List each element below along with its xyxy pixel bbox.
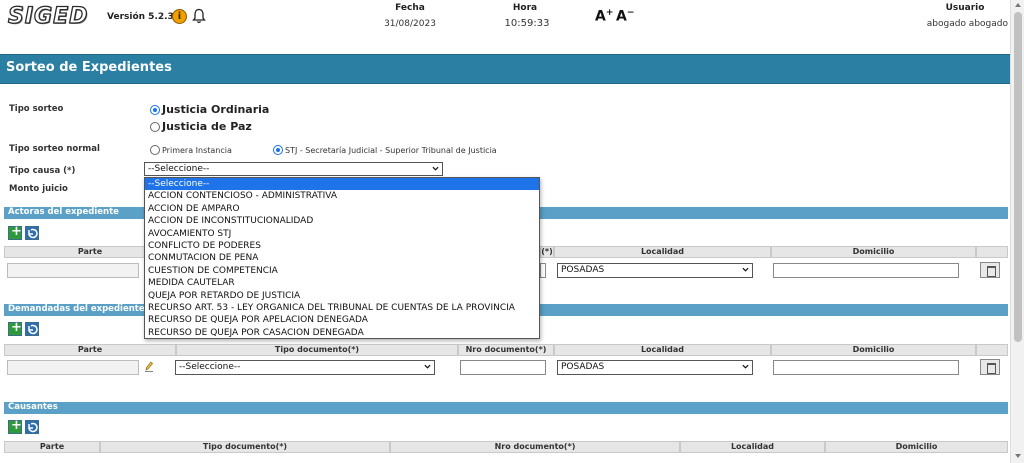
radio-stj-label: STJ - Secretaría Judicial - Superior Tri… bbox=[285, 146, 497, 155]
tipo-causa-option[interactable]: RECURSO ART. 53 - LEY ORGANICA DEL TRIBU… bbox=[145, 302, 539, 314]
actoras-section-title: Actoras del expediente bbox=[8, 207, 119, 217]
demandadas-delete-button[interactable] bbox=[980, 359, 1000, 375]
undo-icon bbox=[28, 422, 38, 433]
demandadas-add-button[interactable] bbox=[8, 320, 22, 336]
actoras-col-localidad: Localidad bbox=[554, 246, 771, 258]
hora-value: 10:59:33 bbox=[504, 18, 550, 29]
fecha-label: Fecha bbox=[395, 3, 425, 13]
chevron-down-icon bbox=[742, 364, 749, 369]
actoras-refresh-button[interactable] bbox=[25, 226, 39, 240]
demandadas-col-tipo-doc: Tipo documento(*) bbox=[176, 344, 458, 356]
page: SIGED Versión 5.2.3 i Fecha 31/08/2023 H… bbox=[0, 0, 1024, 463]
tipo-causa-select[interactable]: --Seleccione-- bbox=[144, 162, 443, 176]
tipo-causa-option[interactable]: CUESTION DE COMPETENCIA bbox=[145, 265, 539, 277]
demandadas-col-domicilio: Domicilio bbox=[771, 344, 976, 356]
usuario-value: abogado abogado bbox=[926, 19, 1008, 29]
actoras-localidad-select[interactable]: POSADAS bbox=[557, 263, 753, 278]
siged-logo: SIGED bbox=[7, 3, 89, 29]
tipo-causa-option[interactable]: CONMUTACION DE PENA bbox=[145, 252, 539, 264]
undo-icon bbox=[28, 228, 38, 239]
actoras-col-nro-doc: (*) bbox=[540, 246, 554, 258]
pencil-icon[interactable] bbox=[144, 360, 154, 372]
font-decrease-button[interactable]: A− bbox=[616, 8, 634, 25]
chevron-down-icon bbox=[424, 364, 431, 369]
demandadas-col-localidad: Localidad bbox=[554, 344, 771, 356]
info-icon[interactable]: i bbox=[172, 9, 187, 24]
tipo-causa-option[interactable]: RECURSO DE QUEJA POR CASACION DENEGADA bbox=[145, 327, 539, 339]
actoras-col-domicilio: Domicilio bbox=[771, 246, 976, 258]
causantes-col-nro-doc: Nro documento(*) bbox=[390, 441, 680, 453]
actoras-nro-doc-input[interactable] bbox=[540, 263, 546, 278]
font-increase-button[interactable]: A+ bbox=[595, 8, 613, 25]
demandadas-section-title: Demandadas del expediente bbox=[8, 304, 145, 314]
radio-stj[interactable] bbox=[273, 145, 283, 155]
chevron-down-icon bbox=[432, 166, 439, 171]
tipo-causa-option[interactable]: ACCION DE AMPARO bbox=[145, 203, 539, 215]
hora-label: Hora bbox=[512, 3, 538, 13]
causantes-refresh-button[interactable] bbox=[25, 420, 39, 434]
radio-justicia-ordinaria-label: Justicia Ordinaria bbox=[162, 103, 270, 116]
demandadas-tipo-doc-select[interactable]: --Seleccione-- bbox=[175, 360, 435, 375]
radio-primera-instancia-label: Primera Instancia bbox=[162, 146, 232, 155]
actoras-parte-input[interactable] bbox=[7, 263, 139, 278]
page-title-bar: Sorteo de Expedientes bbox=[0, 54, 1010, 84]
tipo-sorteo-normal-label: Tipo sorteo normal bbox=[9, 144, 100, 154]
radio-justicia-ordinaria[interactable] bbox=[150, 105, 160, 115]
version-label: Versión 5.2.3 bbox=[107, 12, 174, 22]
actoras-localidad-value: POSADAS bbox=[561, 265, 605, 275]
causantes-add-button[interactable] bbox=[8, 418, 22, 434]
causantes-col-domicilio: Domicilio bbox=[825, 441, 1008, 453]
demandadas-nro-doc-input[interactable] bbox=[460, 360, 546, 375]
scroll-down-arrow[interactable] bbox=[1015, 454, 1021, 458]
tipo-causa-option[interactable]: QUEJA POR RETARDO DE JUSTICIA bbox=[145, 290, 539, 302]
chevron-down-icon bbox=[742, 267, 749, 272]
demandadas-col-nro-doc: Nro documento(*) bbox=[458, 344, 554, 356]
demandadas-tipo-doc-value: --Seleccione-- bbox=[179, 362, 241, 372]
actoras-col-actions bbox=[976, 246, 1008, 258]
undo-icon bbox=[28, 324, 38, 335]
bell-icon[interactable] bbox=[192, 8, 206, 24]
page-scrollbar[interactable] bbox=[1010, 0, 1024, 463]
radio-primera-instancia[interactable] bbox=[150, 145, 160, 155]
demandadas-localidad-select[interactable]: POSADAS bbox=[557, 360, 753, 375]
tipo-causa-option[interactable]: AVOCAMIENTO STJ bbox=[145, 228, 539, 240]
tipo-causa-option[interactable]: CONFLICTO DE PODERES bbox=[145, 240, 539, 252]
demandadas-refresh-button[interactable] bbox=[25, 322, 39, 336]
actoras-delete-button[interactable] bbox=[980, 262, 1000, 278]
causantes-section-header: Causantes bbox=[4, 402, 1008, 414]
demandadas-col-parte: Parte bbox=[4, 344, 176, 356]
demandadas-parte-input[interactable] bbox=[7, 360, 139, 375]
tipo-causa-label: Tipo causa (*) bbox=[9, 166, 76, 176]
scroll-thumb[interactable] bbox=[1014, 12, 1022, 342]
monto-juicio-label: Monto juicio bbox=[9, 184, 68, 194]
tipo-causa-option[interactable]: MEDIDA CAUTELAR bbox=[145, 277, 539, 289]
tipo-causa-option[interactable]: ACCION DE INCONSTITUCIONALIDAD bbox=[145, 215, 539, 227]
tipo-causa-dropdown-list[interactable]: --Seleccione-- ACCION CONTENCIOSO - ADMIN… bbox=[144, 177, 540, 339]
page-title: Sorteo de Expedientes bbox=[6, 60, 172, 75]
tipo-causa-option[interactable]: RECURSO DE QUEJA POR APELACION DENEGADA bbox=[145, 314, 539, 326]
usuario-label: Usuario bbox=[945, 3, 985, 13]
radio-justicia-de-paz[interactable] bbox=[150, 122, 160, 132]
actoras-add-button[interactable] bbox=[8, 224, 22, 240]
radio-justicia-de-paz-label: Justicia de Paz bbox=[162, 120, 252, 133]
fecha-value: 31/08/2023 bbox=[384, 19, 436, 29]
causantes-col-localidad: Localidad bbox=[680, 441, 825, 453]
tipo-causa-option[interactable]: ACCION CONTENCIOSO - ADMINISTRATIVA bbox=[145, 190, 539, 202]
demandadas-col-actions bbox=[976, 344, 1008, 356]
causantes-section-title: Causantes bbox=[8, 402, 58, 412]
scroll-up-arrow[interactable] bbox=[1015, 3, 1021, 7]
actoras-domicilio-input[interactable] bbox=[773, 263, 959, 278]
demandadas-localidad-value: POSADAS bbox=[561, 362, 605, 372]
tipo-causa-select-value: --Seleccione-- bbox=[148, 164, 210, 174]
tipo-causa-option[interactable]: --Seleccione-- bbox=[145, 178, 539, 191]
demandadas-domicilio-input[interactable] bbox=[773, 360, 959, 375]
causantes-col-parte: Parte bbox=[4, 441, 100, 453]
causantes-col-tipo-doc: Tipo documento(*) bbox=[100, 441, 390, 453]
header: SIGED Versión 5.2.3 i Fecha 31/08/2023 H… bbox=[0, 0, 1010, 46]
tipo-sorteo-label: Tipo sorteo bbox=[9, 104, 64, 114]
